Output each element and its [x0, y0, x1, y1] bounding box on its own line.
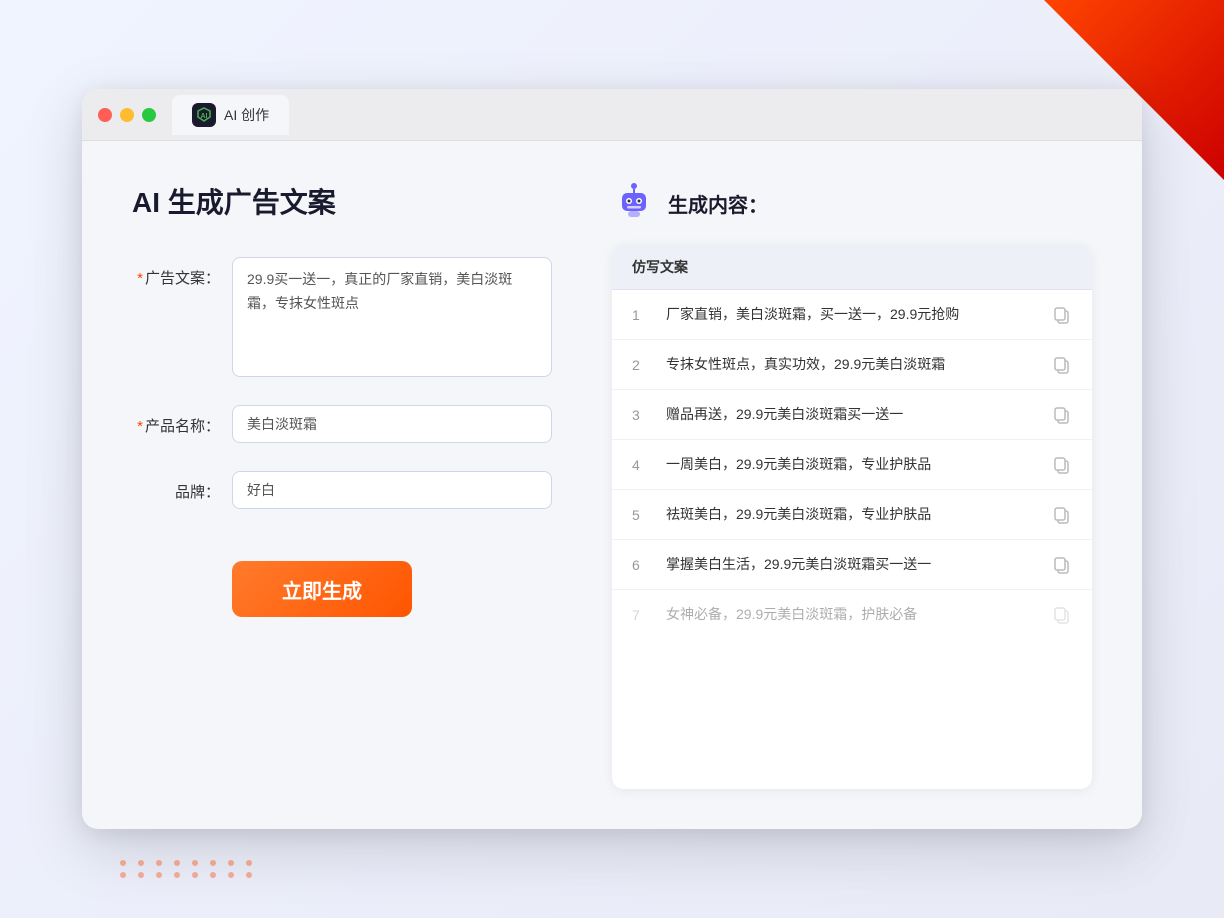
result-item: 5 祛斑美白，29.9元美白淡斑霜，专业护肤品 — [612, 490, 1092, 540]
result-item: 7 女神必备，29.9元美白淡斑霜，护肤必备 — [612, 590, 1092, 639]
result-text: 厂家直销，美白淡斑霜，买一送一，29.9元抢购 — [666, 304, 1038, 325]
ad-copy-label: *广告文案： — [132, 257, 232, 288]
product-name-group: *产品名称： 美白淡斑霜 — [132, 405, 552, 443]
svg-text:AI: AI — [201, 113, 208, 120]
result-item: 3 赠品再送，29.9元美白淡斑霜买一送一 — [612, 390, 1092, 440]
copy-icon[interactable] — [1052, 355, 1072, 375]
maximize-button[interactable] — [142, 108, 156, 122]
result-number: 4 — [632, 457, 652, 473]
brand-group: 品牌： 好白 — [132, 471, 552, 509]
result-text: 一周美白，29.9元美白淡斑霜，专业护肤品 — [666, 454, 1038, 475]
result-number: 3 — [632, 407, 652, 423]
close-button[interactable] — [98, 108, 112, 122]
main-content: AI 生成广告文案 *广告文案： 29.9买一送一，真正的厂家直销，美白淡斑霜，… — [82, 141, 1142, 829]
title-bar: AI AI 创作 — [82, 89, 1142, 141]
browser-tab[interactable]: AI AI 创作 — [172, 95, 289, 135]
result-number: 7 — [632, 607, 652, 623]
right-title: 生成内容： — [668, 189, 768, 218]
brand-input[interactable]: 好白 — [232, 471, 552, 509]
window-controls — [98, 108, 156, 122]
result-text: 赠品再送，29.9元美白淡斑霜买一送一 — [666, 404, 1038, 425]
ad-copy-group: *广告文案： 29.9买一送一，真正的厂家直销，美白淡斑霜，专抹女性斑点 — [132, 257, 552, 377]
result-number: 2 — [632, 357, 652, 373]
minimize-button[interactable] — [120, 108, 134, 122]
page-title: AI 生成广告文案 — [132, 181, 552, 221]
brand-label: 品牌： — [132, 471, 232, 502]
result-item: 2 专抹女性斑点，真实功效，29.9元美白淡斑霜 — [612, 340, 1092, 390]
copy-icon[interactable] — [1052, 305, 1072, 325]
results-header: 仿写文案 — [612, 245, 1092, 290]
result-text: 女神必备，29.9元美白淡斑霜，护肤必备 — [666, 604, 1038, 625]
robot-icon — [612, 181, 656, 225]
result-text: 专抹女性斑点，真实功效，29.9元美白淡斑霜 — [666, 354, 1038, 375]
product-name-input[interactable]: 美白淡斑霜 — [232, 405, 552, 443]
copy-icon[interactable] — [1052, 555, 1072, 575]
product-name-label: *产品名称： — [132, 405, 232, 436]
product-name-required: * — [137, 418, 143, 435]
right-panel: 生成内容： 仿写文案 1 厂家直销，美白淡斑霜，买一送一，29.9元抢购 2 专… — [612, 181, 1092, 789]
result-number: 6 — [632, 557, 652, 573]
results-container: 仿写文案 1 厂家直销，美白淡斑霜，买一送一，29.9元抢购 2 专抹女性斑点，… — [612, 245, 1092, 789]
results-list: 1 厂家直销，美白淡斑霜，买一送一，29.9元抢购 2 专抹女性斑点，真实功效，… — [612, 290, 1092, 639]
result-number: 5 — [632, 507, 652, 523]
result-item: 4 一周美白，29.9元美白淡斑霜，专业护肤品 — [612, 440, 1092, 490]
left-panel: AI 生成广告文案 *广告文案： 29.9买一送一，真正的厂家直销，美白淡斑霜，… — [132, 181, 552, 789]
result-text: 掌握美白生活，29.9元美白淡斑霜买一送一 — [666, 554, 1038, 575]
generate-button[interactable]: 立即生成 — [232, 561, 412, 617]
copy-icon[interactable] — [1052, 455, 1072, 475]
copy-icon[interactable] — [1052, 505, 1072, 525]
browser-window: AI AI 创作 AI 生成广告文案 *广告文案： 29.9买一送一，真正的厂家… — [82, 89, 1142, 829]
result-number: 1 — [632, 307, 652, 323]
ad-copy-input[interactable]: 29.9买一送一，真正的厂家直销，美白淡斑霜，专抹女性斑点 — [232, 257, 552, 377]
tab-label: AI 创作 — [224, 105, 269, 125]
tab-ai-icon: AI — [192, 103, 216, 127]
copy-icon[interactable] — [1052, 405, 1072, 425]
result-text: 祛斑美白，29.9元美白淡斑霜，专业护肤品 — [666, 504, 1038, 525]
ad-copy-required: * — [137, 270, 143, 287]
result-item: 6 掌握美白生活，29.9元美白淡斑霜买一送一 — [612, 540, 1092, 590]
right-header: 生成内容： — [612, 181, 1092, 225]
copy-icon[interactable] — [1052, 605, 1072, 625]
result-item: 1 厂家直销，美白淡斑霜，买一送一，29.9元抢购 — [612, 290, 1092, 340]
decorative-dots — [120, 860, 258, 878]
